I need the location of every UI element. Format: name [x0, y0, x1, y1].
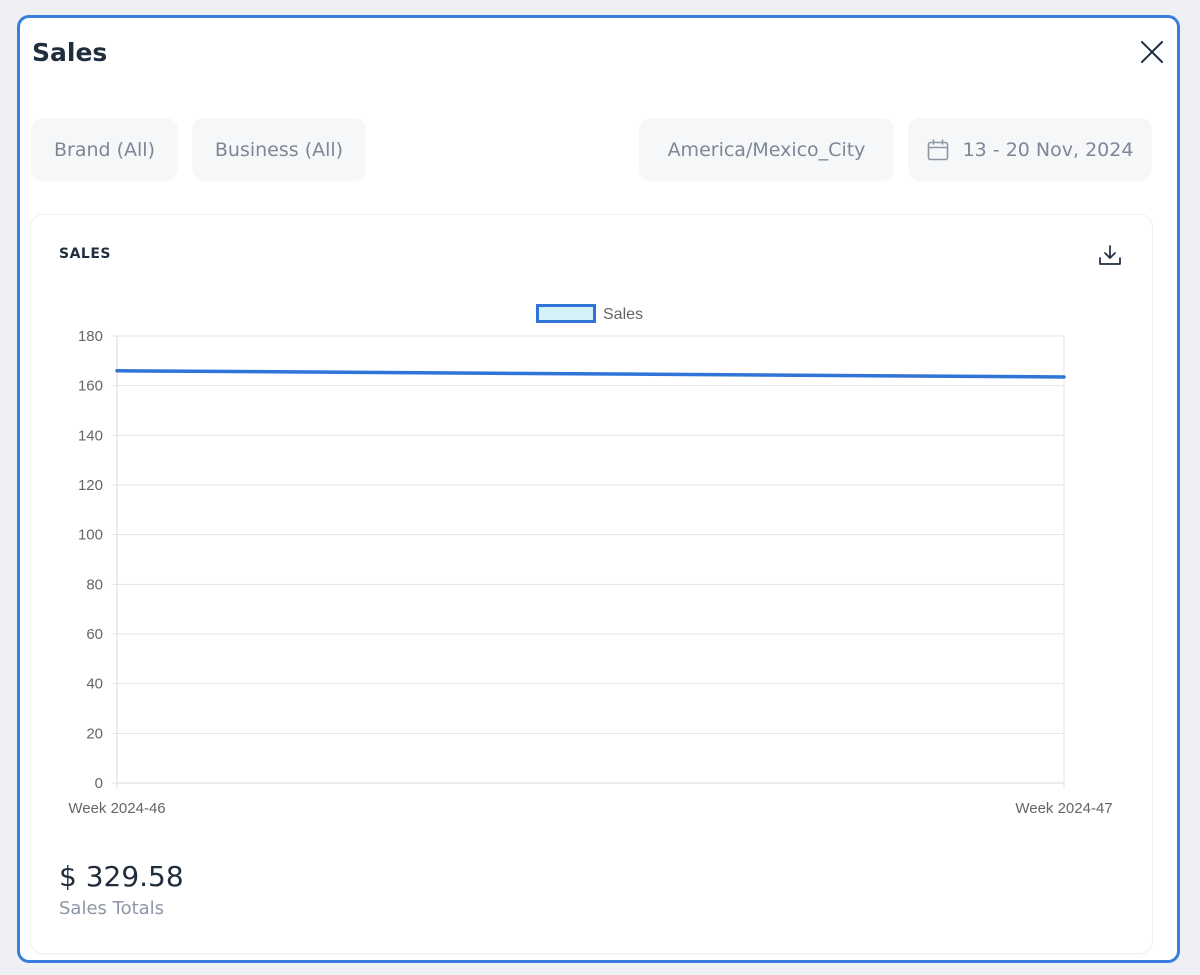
calendar-icon — [927, 138, 948, 160]
y-tick-label: 60 — [86, 626, 103, 643]
sales-total-label: Sales Totals — [59, 898, 165, 919]
close-icon — [1141, 41, 1163, 63]
business-filter[interactable]: Business (All) — [192, 118, 366, 181]
sales-total-value: $ 329.58 — [59, 860, 184, 893]
x-tick-label: Week 2024-46 — [68, 800, 165, 817]
legend-label: Sales — [603, 306, 643, 323]
timezone-selector[interactable]: America/Mexico_City — [639, 118, 894, 181]
x-tick-label: Week 2024-47 — [1015, 800, 1112, 817]
y-tick-label: 100 — [78, 527, 103, 544]
brand-filter[interactable]: Brand (All) — [31, 118, 178, 181]
sales-chart-card: SALES 0 20 40 60 80 100 120 140 160 180 Week 2024-… — [31, 215, 1152, 953]
modal-title: Sales — [32, 38, 108, 67]
sales-modal: Sales Brand (All) Business (All) America… — [17, 15, 1180, 963]
y-tick-label: 20 — [86, 725, 103, 742]
close-button[interactable] — [1138, 38, 1166, 66]
y-tick-label: 80 — [86, 576, 103, 593]
date-range-label: 13 - 20 Nov, 2024 — [962, 138, 1134, 161]
legend-swatch — [536, 304, 596, 323]
y-tick-label: 120 — [78, 477, 103, 494]
y-tick-label: 40 — [86, 676, 103, 693]
y-tick-label: 160 — [78, 378, 103, 395]
y-tick-label: 180 — [78, 328, 103, 345]
date-range-picker[interactable]: 13 - 20 Nov, 2024 — [908, 118, 1152, 181]
y-tick-label: 140 — [78, 427, 103, 444]
series-line-sales — [115, 369, 1066, 379]
y-tick-label: 0 — [95, 775, 103, 792]
sales-line-chart: 0 20 40 60 80 100 120 140 160 180 Week 2024-46 Week… — [68, 304, 1113, 817]
